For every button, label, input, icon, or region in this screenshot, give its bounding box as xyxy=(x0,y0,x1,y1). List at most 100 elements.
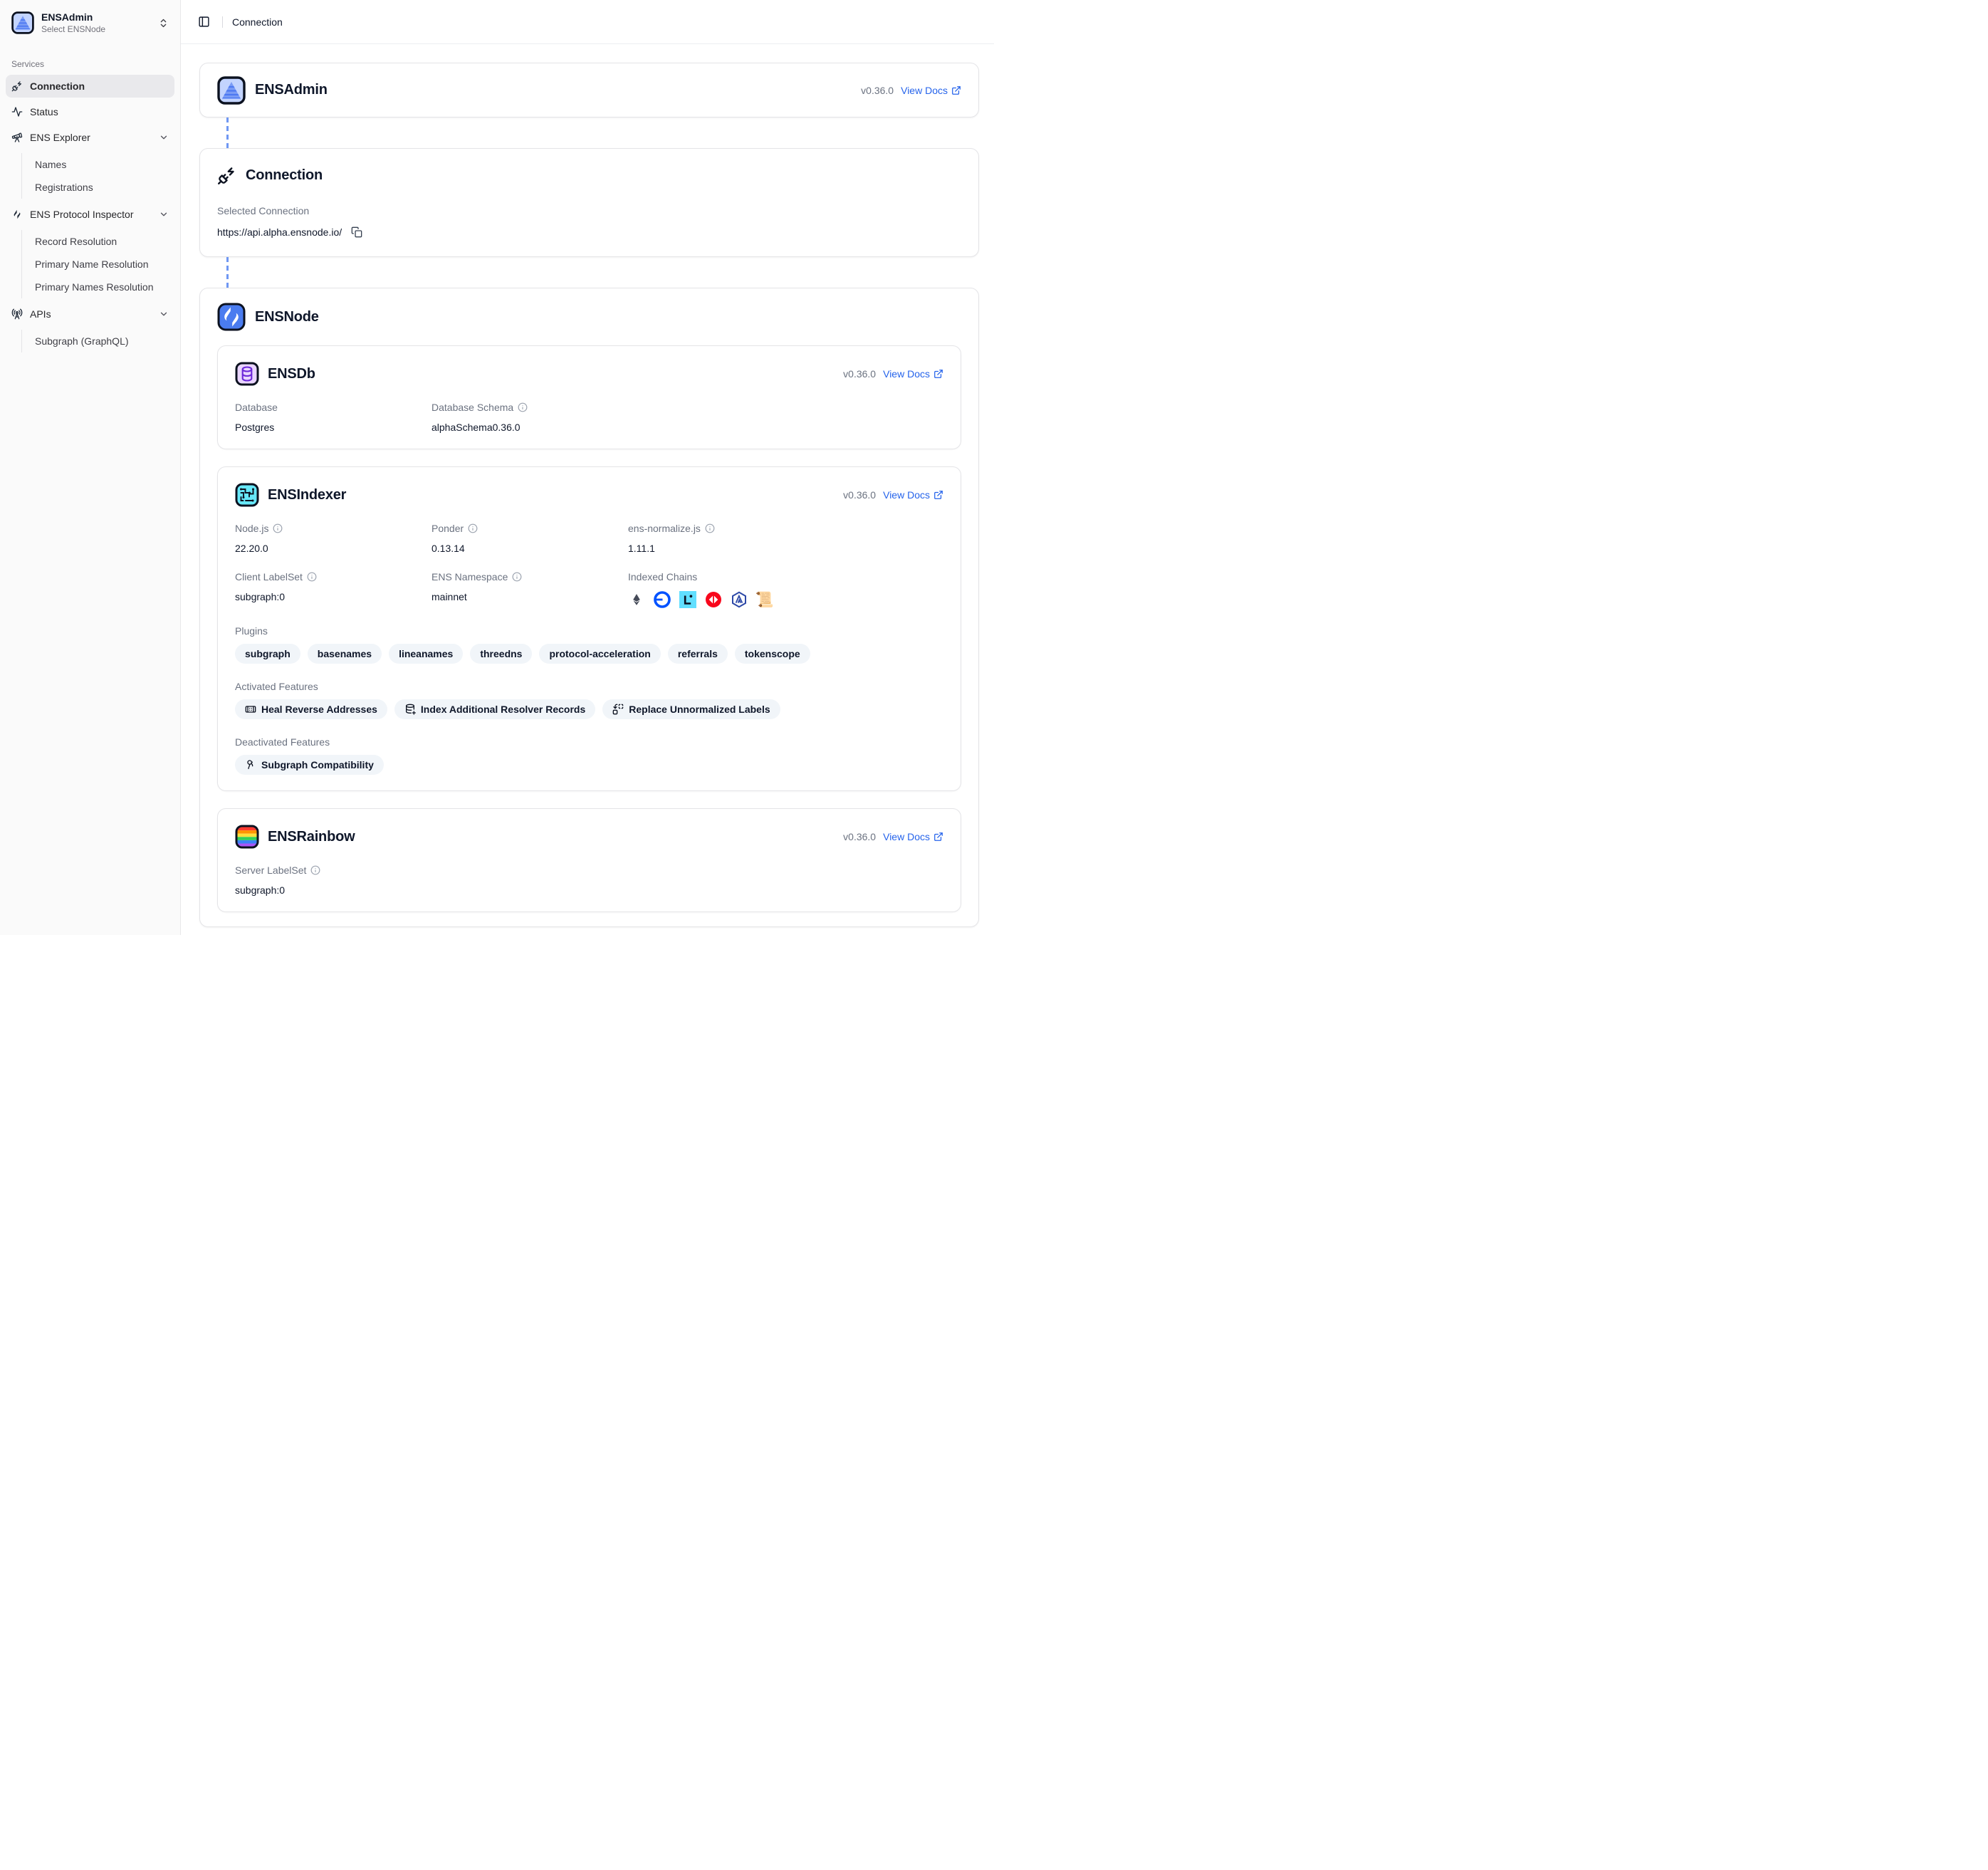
external-link-icon xyxy=(933,369,943,379)
info-icon[interactable] xyxy=(705,523,715,533)
field-label: Server LabelSet xyxy=(235,865,306,876)
info-icon[interactable] xyxy=(518,402,528,412)
field-label: Node.js xyxy=(235,523,268,534)
ensindexer-view-docs-link[interactable]: View Docs xyxy=(883,489,943,501)
ensadmin-view-docs-link[interactable]: View Docs xyxy=(901,85,961,96)
base-chain-icon xyxy=(654,591,671,608)
field-value: 0.13.14 xyxy=(431,543,628,554)
ensrainbow-logo-icon xyxy=(235,825,259,849)
sidebar-item-connection[interactable]: Connection xyxy=(6,75,174,98)
ensnode-selector[interactable]: ENSAdmin Select ENSNode xyxy=(6,7,174,39)
protocol-inspector-subnav: Record Resolution Primary Name Resolutio… xyxy=(21,230,174,298)
connection-url: https://api.alpha.ensnode.io/ xyxy=(217,226,342,238)
linea-chain-icon xyxy=(679,591,696,608)
plugin-badge: tokenscope xyxy=(735,644,810,664)
feature-badge-index-additional-resolver-records: Index Additional Resolver Records xyxy=(394,699,595,719)
copy-url-button[interactable] xyxy=(350,225,364,239)
sidebar-item-primary-name-resolution[interactable]: Primary Name Resolution xyxy=(22,253,174,276)
ethereum-chain-icon xyxy=(628,591,645,608)
ensrainbow-card: ENSRainbow v0.36.0 View Docs Server Labe… xyxy=(217,808,961,912)
field-value: alphaSchema0.36.0 xyxy=(431,422,628,433)
field-value: subgraph:0 xyxy=(235,884,431,896)
ensindexer-card-title: ENSIndexer xyxy=(268,487,346,503)
plugin-badge: subgraph xyxy=(235,644,300,664)
external-link-icon xyxy=(933,832,943,842)
database-plus-icon xyxy=(404,704,416,715)
feature-label: Subgraph Compatibility xyxy=(261,759,374,771)
field-ponder: Ponder 0.13.14 xyxy=(431,523,628,554)
sidebar-item-label: ENS Explorer xyxy=(30,132,90,143)
sidebar-item-label: Status xyxy=(30,106,58,117)
indexed-chains-label: Indexed Chains xyxy=(628,571,943,583)
ensrainbow-version: v0.36.0 xyxy=(843,831,876,842)
sidebar-item-ens-protocol-inspector[interactable]: ENS Protocol Inspector xyxy=(6,203,174,226)
connection-card-title: Connection xyxy=(246,167,323,184)
sidebar-section-label: Services xyxy=(6,59,174,69)
sidebar-toggle-button[interactable] xyxy=(195,13,213,31)
external-link-icon xyxy=(951,85,961,95)
scroll-chain-icon: 📜 xyxy=(756,591,773,608)
field-label: ens-normalize.js xyxy=(628,523,701,534)
sidebar-item-status[interactable]: Status xyxy=(6,100,174,123)
field-database-schema: Database Schema alphaSchema0.36.0 xyxy=(431,402,628,433)
sidebar-item-ens-explorer[interactable]: ENS Explorer xyxy=(6,126,174,149)
info-icon[interactable] xyxy=(468,523,478,533)
field-value: 22.20.0 xyxy=(235,543,431,554)
plug-zap-icon xyxy=(217,166,236,185)
sidebar-item-apis[interactable]: APIs xyxy=(6,303,174,325)
ensdb-logo-icon xyxy=(235,362,259,386)
info-icon[interactable] xyxy=(307,572,317,582)
breadcrumb-separator xyxy=(222,16,223,28)
sidebar: ENSAdmin Select ENSNode Services Connect… xyxy=(0,0,181,935)
sidebar-item-registrations[interactable]: Registrations xyxy=(22,176,174,199)
ensadmin-logo-icon xyxy=(217,76,246,105)
deactivated-features-label: Deactivated Features xyxy=(235,736,943,748)
chevron-down-icon xyxy=(159,309,169,319)
ensdb-card: ENSDb v0.36.0 View Docs Database Postgre… xyxy=(217,345,961,449)
ensnode-card-title: ENSNode xyxy=(255,309,319,325)
ensadmin-version: v0.36.0 xyxy=(861,85,894,96)
ensdb-view-docs-link[interactable]: View Docs xyxy=(883,368,943,380)
sidebar-item-record-resolution[interactable]: Record Resolution xyxy=(22,230,174,253)
field-ens-normalize: ens-normalize.js 1.11.1 xyxy=(628,523,943,554)
plugin-badge: basenames xyxy=(308,644,382,664)
apis-subnav: Subgraph (GraphQL) xyxy=(21,330,174,352)
chevrons-up-down-icon xyxy=(158,18,169,28)
view-docs-label: View Docs xyxy=(883,368,930,380)
feature-label: Heal Reverse Addresses xyxy=(261,704,377,715)
field-label: Client LabelSet xyxy=(235,571,303,583)
plugin-badge: lineanames xyxy=(389,644,463,664)
feature-label: Replace Unnormalized Labels xyxy=(629,704,770,715)
sidebar-item-names[interactable]: Names xyxy=(22,153,174,176)
field-value: 1.11.1 xyxy=(628,543,943,554)
ensadmin-card: ENSAdmin v0.36.0 View Docs xyxy=(199,63,979,117)
info-icon[interactable] xyxy=(512,572,522,582)
field-label: ENS Namespace xyxy=(431,571,508,583)
connection-card: Connection Selected Connection https://a… xyxy=(199,148,979,257)
sidebar-item-subgraph-graphql[interactable]: Subgraph (GraphQL) xyxy=(22,330,174,352)
field-nodejs: Node.js 22.20.0 xyxy=(235,523,431,554)
feature-label: Index Additional Resolver Records xyxy=(421,704,585,715)
indexed-chains-list: 📜 xyxy=(628,591,943,608)
sidebar-item-primary-names-resolution[interactable]: Primary Names Resolution xyxy=(22,276,174,298)
ensadmin-logo-icon xyxy=(11,11,34,34)
info-icon[interactable] xyxy=(273,523,283,533)
card-connector-line xyxy=(226,257,229,288)
sidebar-item-label: ENS Protocol Inspector xyxy=(30,209,134,220)
ensrainbow-view-docs-link[interactable]: View Docs xyxy=(883,831,943,842)
sidebar-item-label: APIs xyxy=(30,308,51,320)
breadcrumb: Connection xyxy=(232,16,283,28)
ensindexer-version: v0.36.0 xyxy=(843,489,876,501)
feature-badge-subgraph-compatibility: Subgraph Compatibility xyxy=(235,755,384,775)
field-value: subgraph:0 xyxy=(235,591,431,602)
field-value: mainnet xyxy=(431,591,628,602)
chevron-down-icon xyxy=(159,209,169,219)
replace-icon xyxy=(612,704,624,715)
feature-badge-replace-unnormalized-labels: Replace Unnormalized Labels xyxy=(602,699,780,719)
ens-mark-icon xyxy=(11,209,23,220)
info-icon[interactable] xyxy=(310,865,320,875)
radio-tower-icon xyxy=(11,308,23,320)
arbitrum-chain-icon xyxy=(731,591,748,608)
plugins-label: Plugins xyxy=(235,625,943,637)
telescope-icon xyxy=(11,132,23,143)
